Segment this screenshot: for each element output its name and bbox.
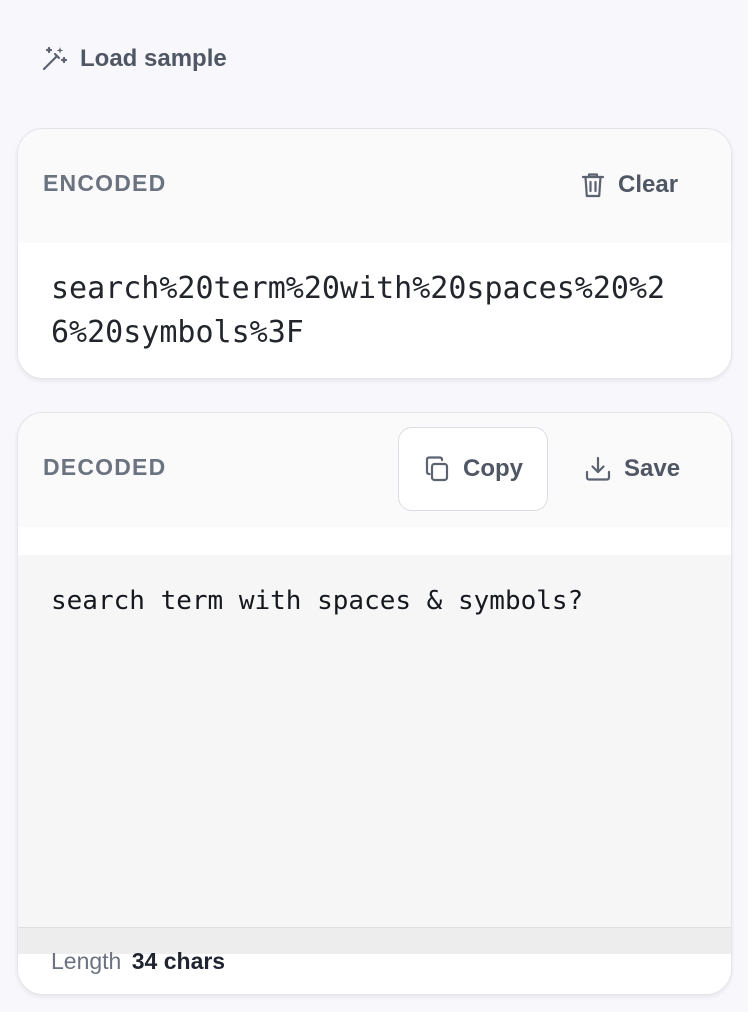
encoded-value[interactable]: search%20term%20with%20spaces%20%26%20sy… xyxy=(51,267,701,355)
download-icon xyxy=(584,455,612,483)
trash-icon xyxy=(580,171,606,199)
magic-wand-icon xyxy=(40,45,68,73)
copy-label: Copy xyxy=(463,455,523,482)
decoded-divider xyxy=(18,527,731,555)
copy-icon xyxy=(423,455,451,483)
save-label: Save xyxy=(624,455,681,482)
encoded-title: ENCODED xyxy=(43,170,167,196)
decoded-output[interactable]: search term with spaces & symbols? xyxy=(18,555,731,927)
load-sample-label: Load sample xyxy=(80,45,227,72)
encoded-input[interactable]: search%20term%20with%20spaces%20%26%20sy… xyxy=(18,243,731,378)
encoded-panel: ENCODED Clear search%20term%20with%20spa… xyxy=(17,128,732,379)
length-label: Length xyxy=(51,948,122,974)
load-sample-button[interactable]: Load sample xyxy=(40,40,227,78)
decoded-value[interactable]: search term with spaces & symbols? xyxy=(51,583,583,619)
encoded-panel-header: ENCODED Clear xyxy=(18,129,731,243)
length-status: Length 34 chars xyxy=(51,946,225,976)
clear-button[interactable]: Clear xyxy=(580,167,678,203)
decoded-panel: DECODED Copy Save search term with space… xyxy=(17,412,732,995)
length-value: 34 chars xyxy=(131,948,226,974)
copy-button[interactable]: Copy xyxy=(398,427,548,511)
save-button[interactable]: Save xyxy=(584,451,680,487)
decoded-panel-header: DECODED Copy Save xyxy=(18,413,731,527)
decoded-title: DECODED xyxy=(43,454,167,480)
clear-label: Clear xyxy=(618,171,679,198)
